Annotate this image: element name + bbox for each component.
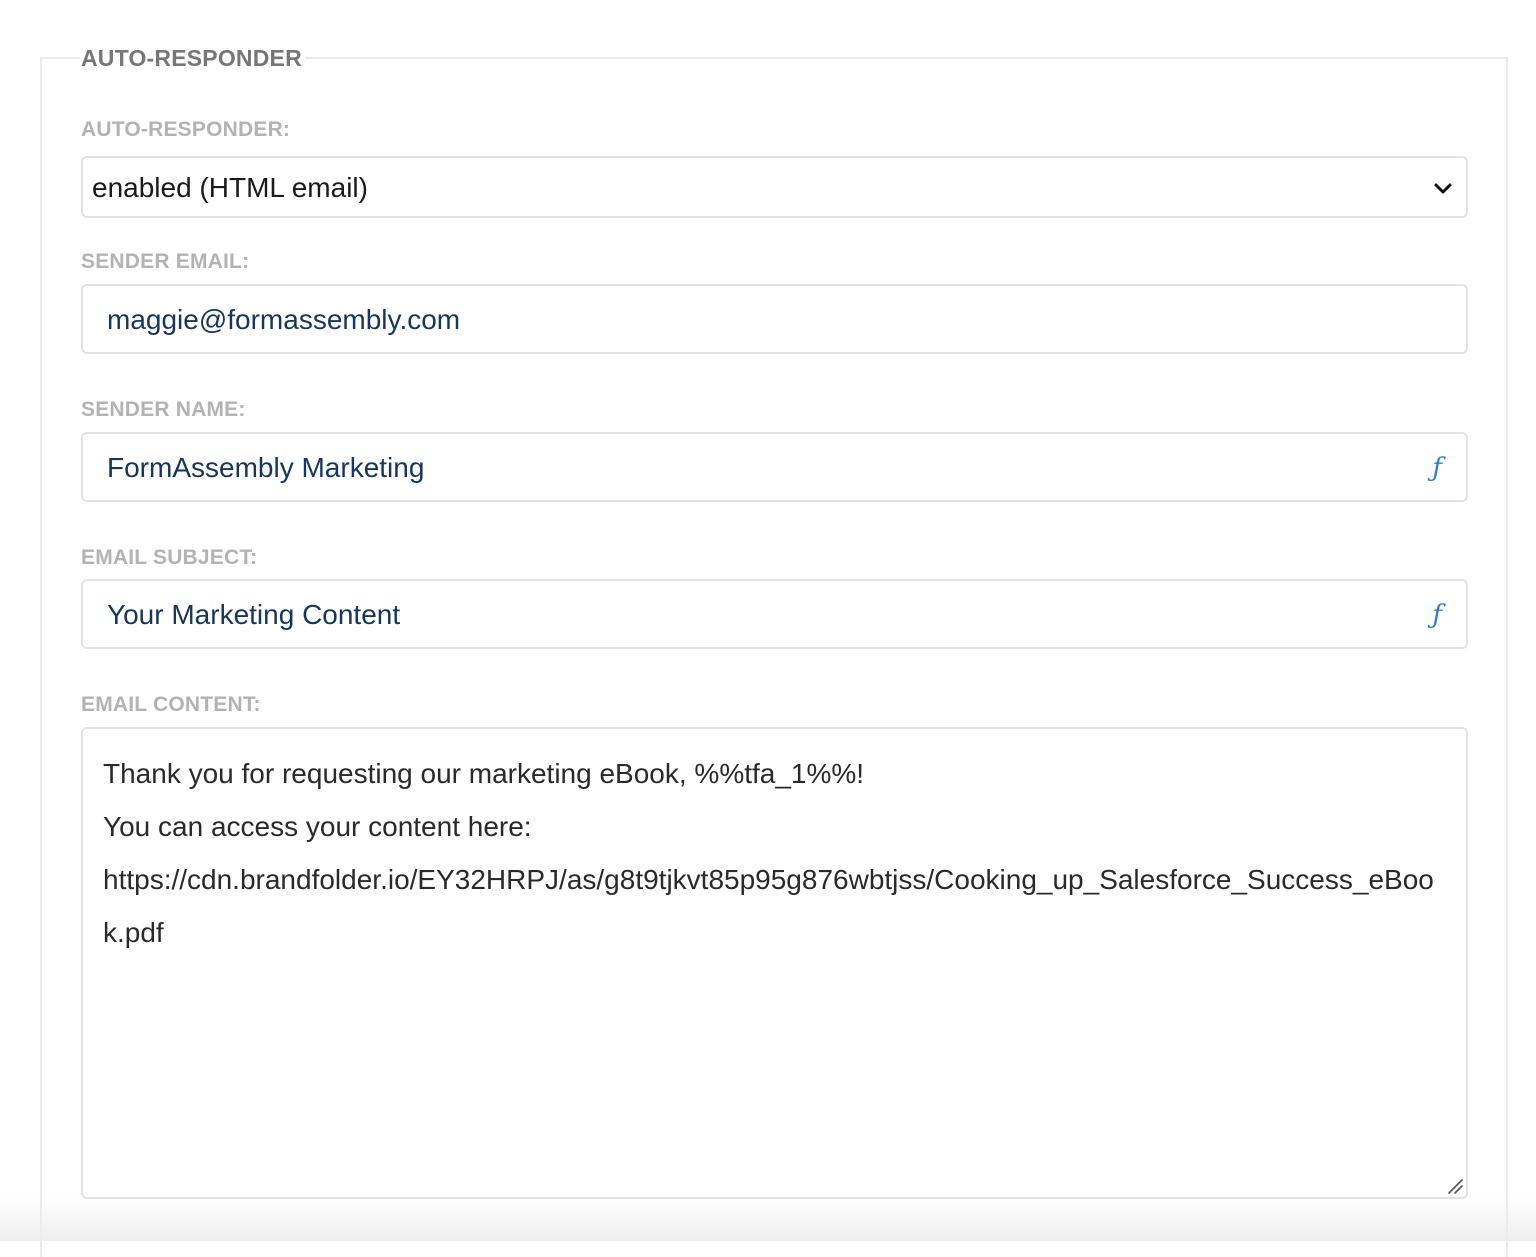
email-content-label: EMAIL CONTENT:	[81, 693, 261, 716]
sender-name-label: SENDER NAME:	[81, 398, 246, 421]
email-content-line: Thank you for requesting our marketing e…	[103, 758, 865, 789]
sender-email-value: maggie@formassembly.com	[107, 304, 461, 335]
email-content-textarea[interactable]: Thank you for requesting our marketing e…	[81, 727, 1468, 1199]
sender-email-label: SENDER EMAIL:	[81, 250, 250, 273]
email-subject-label: EMAIL SUBJECT:	[81, 546, 258, 569]
formula-icon[interactable]: ƒ	[1432, 452, 1442, 484]
auto-responder-selected-value: enabled (HTML email)	[92, 172, 368, 203]
auto-responder-label: AUTO-RESPONDER:	[81, 118, 291, 141]
chevron-down-icon[interactable]	[1432, 177, 1454, 199]
auto-responder-select[interactable]: enabled (HTML email)	[81, 156, 1468, 218]
section-legend: AUTO-RESPONDER	[80, 42, 305, 74]
formula-icon[interactable]: ƒ	[1432, 599, 1442, 631]
email-content-text: Thank you for requesting our marketing e…	[103, 747, 1444, 959]
resize-handle-icon[interactable]	[1447, 1178, 1463, 1194]
sender-email-field[interactable]: maggie@formassembly.com	[81, 284, 1468, 354]
email-subject-field[interactable]: Your Marketing Content ƒ	[81, 579, 1468, 649]
email-subject-value: Your Marketing Content	[107, 599, 401, 630]
sender-name-value: FormAssembly Marketing	[107, 452, 425, 483]
email-content-line: You can access your content here:	[103, 811, 532, 842]
email-content-line: https://cdn.brandfolder.io/EY32HRPJ/as/g…	[103, 864, 1434, 948]
sender-name-field[interactable]: FormAssembly Marketing ƒ	[81, 432, 1468, 502]
